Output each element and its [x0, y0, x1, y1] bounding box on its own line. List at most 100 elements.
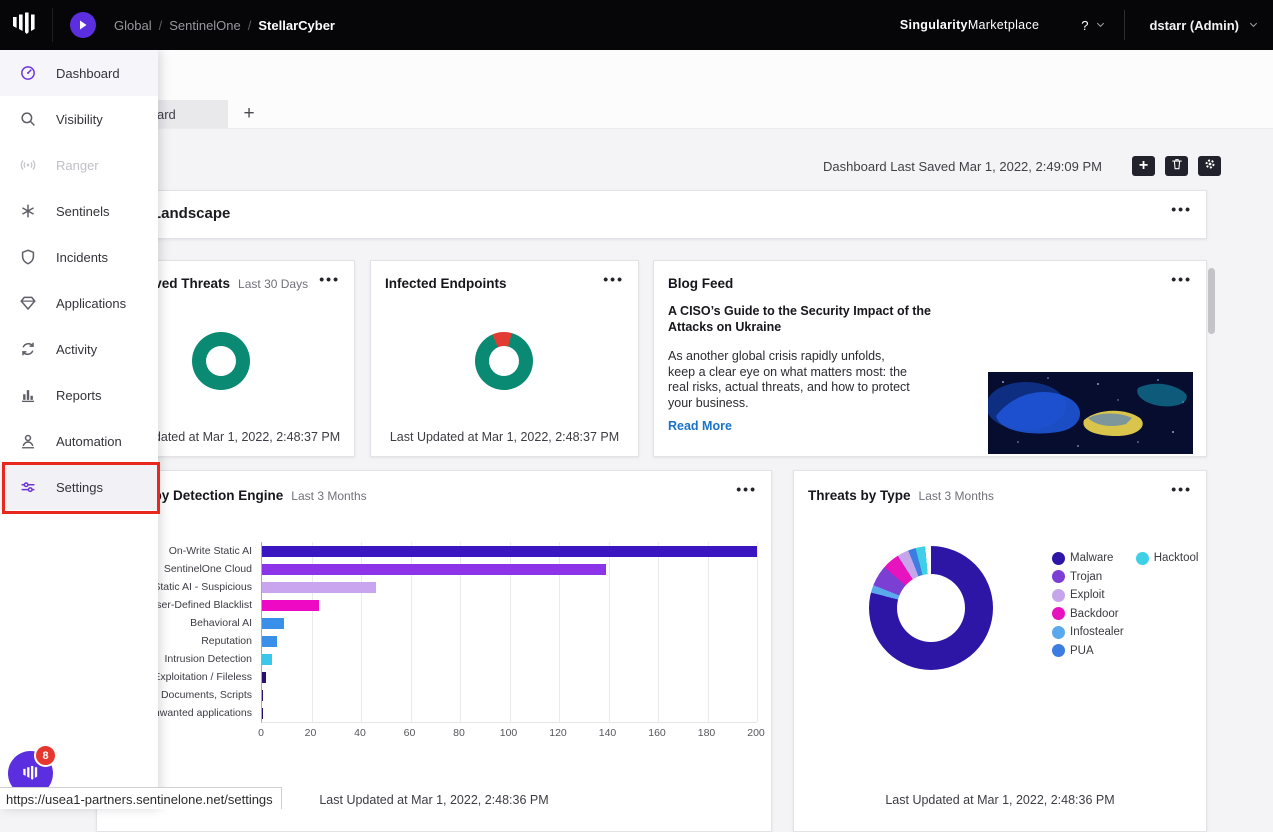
donut-hole — [206, 346, 236, 376]
legend-item: Exploit — [1052, 586, 1124, 605]
notification-badge: 8 — [34, 744, 57, 767]
sidebar-item-settings[interactable]: Settings — [0, 464, 158, 510]
widget-menu-icon[interactable]: ••• — [319, 271, 340, 287]
user-menu[interactable]: dstarr (Admin) — [1149, 18, 1259, 33]
x-tick-label: 100 — [500, 727, 518, 739]
breadcrumb-separator: / — [248, 18, 252, 33]
sidebar-item-reports[interactable]: Reports — [0, 372, 158, 418]
x-tick-label: 0 — [258, 727, 264, 739]
help-menu[interactable]: ? — [1081, 18, 1106, 33]
legend-label: Malware — [1070, 552, 1113, 564]
breadcrumb-global[interactable]: Global — [114, 18, 152, 33]
delete-dashboard-button[interactable] — [1165, 156, 1188, 176]
bar-category-label: Intrusion Detection — [164, 650, 252, 668]
widget-subtitle: Last 30 Days — [238, 277, 308, 291]
add-tab-button[interactable]: + — [236, 100, 262, 128]
section-menu-icon[interactable]: ••• — [1171, 201, 1192, 217]
help-label: ? — [1081, 18, 1088, 33]
widget-title: Threats by Type — [808, 488, 911, 503]
widget-menu-icon[interactable]: ••• — [1171, 271, 1192, 287]
widget-menu-icon[interactable]: ••• — [603, 271, 624, 287]
sidebar-item-incidents[interactable]: Incidents — [0, 234, 158, 280]
add-widget-button[interactable]: + — [1132, 156, 1155, 176]
last-updated-text: Last Updated at Mar 1, 2022, 2:48:36 PM — [794, 793, 1206, 807]
sidebar-item-automation[interactable]: Automation — [0, 418, 158, 464]
trash-icon — [1170, 157, 1184, 176]
legend-dot — [1052, 626, 1065, 639]
breadcrumb: Global / SentinelOne / StellarCyber — [114, 0, 335, 50]
breadcrumb-sentinelone[interactable]: SentinelOne — [169, 18, 241, 33]
shield-icon — [19, 248, 37, 266]
x-tick-label: 160 — [648, 727, 666, 739]
blog-article-body: As another global crisis rapidly unfolds… — [668, 349, 910, 411]
sidebar-item-visibility[interactable]: Visibility — [0, 96, 158, 142]
asterisk-icon — [19, 202, 37, 220]
breadcrumb-separator: / — [159, 18, 163, 33]
threat-type-legend: Malware Trojan Exploit Backdoor InfostealerP… — [1052, 549, 1198, 660]
legend-dot — [1052, 570, 1065, 583]
blog-article-image[interactable] — [988, 372, 1193, 454]
bar-chart-icon — [19, 386, 37, 404]
read-more-link[interactable]: Read More — [668, 419, 732, 433]
bar-category-label: Static AI - Suspicious — [153, 578, 252, 596]
sidebar-item-sentinels[interactable]: Sentinels — [0, 188, 158, 234]
bar-category-label: User-Defined Blacklist — [149, 596, 252, 614]
widget-title: Infected Endpoints — [385, 276, 507, 291]
widget-title: Blog Feed — [668, 276, 733, 291]
sidebar-item-applications[interactable]: Applications — [0, 280, 158, 326]
dashboard-settings-button[interactable] — [1198, 156, 1221, 176]
sidebar-nav: Dashboard Visibility Ranger SentinelsIncide… — [0, 50, 158, 809]
bar-category-label: Behavioral AI — [190, 614, 252, 632]
bar — [262, 564, 606, 575]
bar-category-label: SentinelOne Cloud — [164, 560, 252, 578]
section-threat-landscape: Threat Landscape ••• — [96, 190, 1207, 239]
legend-label: Trojan — [1070, 571, 1102, 583]
sentinelone-logo[interactable] — [11, 11, 39, 39]
legend-dot — [1052, 607, 1065, 620]
sidebar-item-activity[interactable]: Activity — [0, 326, 158, 372]
sidebar-item-label: Ranger — [56, 158, 99, 173]
widget-blog-feed: Blog Feed ••• A CISO’s Guide to the Secu… — [653, 260, 1207, 457]
sidebar-item-label: Activity — [56, 342, 97, 357]
widget-menu-icon[interactable]: ••• — [1171, 481, 1192, 497]
bar-category-label: Documents, Scripts — [161, 686, 252, 704]
dashboard-gauge-icon — [19, 64, 37, 82]
plus-icon: + — [1139, 158, 1148, 174]
bar — [262, 708, 263, 719]
donut-hole — [897, 574, 965, 642]
bar — [262, 690, 263, 701]
automation-icon — [19, 432, 37, 450]
threats-by-type-donut-chart — [869, 546, 993, 670]
breadcrumb-stellarcyber[interactable]: StellarCyber — [258, 18, 335, 33]
bar-category-label: Exploitation / Fileless — [153, 668, 252, 686]
legend-item: Infostealer — [1052, 623, 1124, 642]
sidebar-item-dashboard[interactable]: Dashboard — [0, 50, 158, 96]
bar-category-label: Reputation — [201, 632, 252, 650]
gridline — [658, 542, 659, 722]
sidebar-item-ranger[interactable]: Ranger — [0, 142, 158, 188]
last-updated-text: Last Updated at Mar 1, 2022, 2:48:37 PM — [371, 430, 638, 444]
singularity-marketplace-link[interactable]: SingularityMarketplace — [900, 18, 1039, 32]
x-tick-label: 60 — [404, 727, 416, 739]
widget-menu-icon[interactable]: ••• — [736, 481, 757, 497]
legend-item: PUA — [1052, 642, 1124, 661]
legend-label: Hacktool — [1154, 552, 1199, 564]
dashboard-last-saved: Dashboard Last Saved Mar 1, 2022, 2:49:0… — [823, 159, 1102, 174]
widget-threats-by-detection-engine: Threats by Detection EngineLast 3 Months… — [96, 470, 772, 832]
legend-item: Malware — [1052, 549, 1124, 568]
vertical-scrollbar[interactable] — [1208, 268, 1215, 334]
legend-label: Backdoor — [1070, 608, 1119, 620]
gridline — [757, 542, 758, 722]
bar — [262, 636, 277, 647]
sidebar-item-label: Dashboard — [56, 66, 120, 81]
topbar: Global / SentinelOne / StellarCyber Sing… — [0, 0, 1273, 50]
x-tick-label: 180 — [698, 727, 716, 739]
gridline — [609, 542, 610, 722]
topbar-divider — [1124, 10, 1125, 40]
x-tick-label: 120 — [549, 727, 567, 739]
chevron-down-icon — [1095, 18, 1106, 33]
scope-launcher-button[interactable] — [70, 12, 96, 38]
sidebar-item-label: Visibility — [56, 112, 103, 127]
bar — [262, 654, 272, 665]
plus-icon: + — [243, 103, 254, 125]
